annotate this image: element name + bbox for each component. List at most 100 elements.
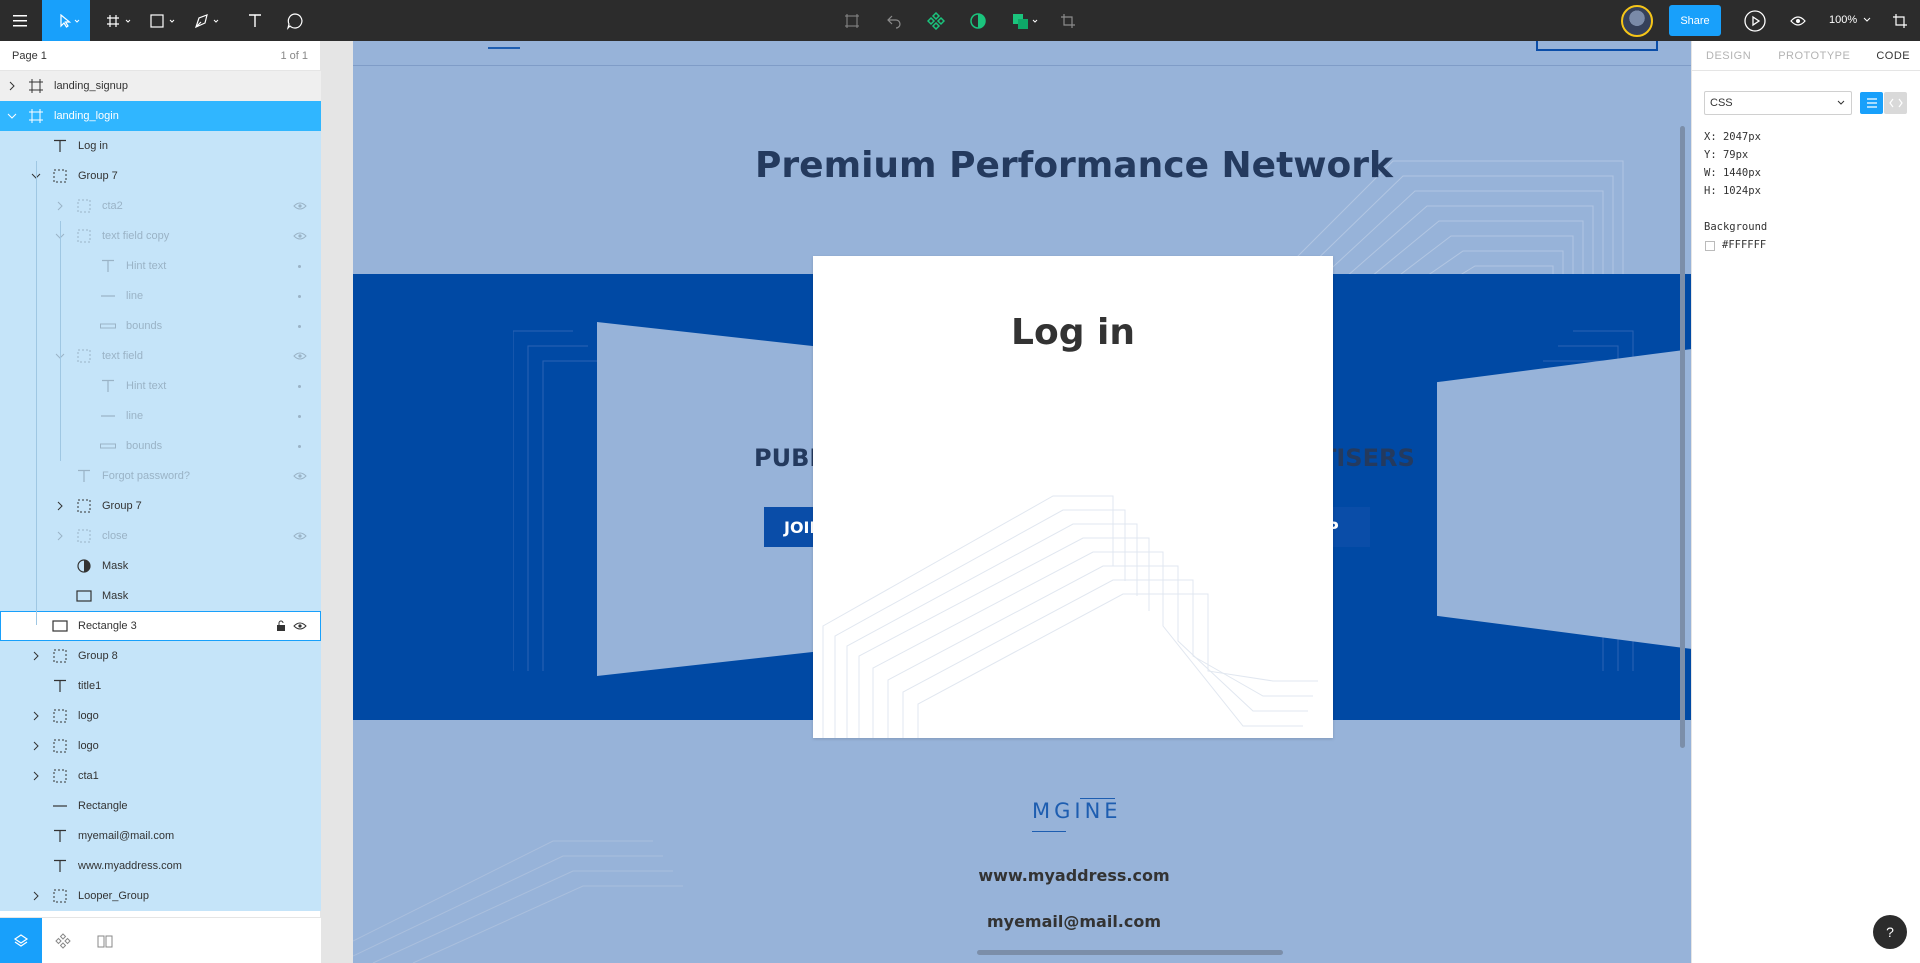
pen-tool-button[interactable] — [186, 0, 230, 41]
comment-tool-button[interactable] — [280, 0, 310, 41]
layer-label: Rectangle — [78, 800, 128, 812]
layer-row[interactable]: landing_login — [0, 101, 321, 131]
layer-row[interactable]: Log in — [0, 131, 321, 161]
help-button[interactable]: ? — [1873, 915, 1907, 949]
layers-tab-icon[interactable] — [0, 918, 42, 963]
language-select[interactable]: CSS — [1704, 91, 1852, 115]
chevron-right-icon[interactable] — [31, 711, 41, 721]
layer-row[interactable]: line — [0, 281, 321, 311]
group-layer-icon — [76, 228, 92, 244]
layer-label: landing_login — [54, 110, 119, 122]
layer-row[interactable]: Looper_Group — [0, 881, 321, 911]
layer-row[interactable]: Hint text — [0, 371, 321, 401]
layer-row[interactable]: www.myaddress.com — [0, 851, 321, 881]
tab-design[interactable]: DESIGN — [1692, 41, 1751, 71]
visibility-dot[interactable] — [298, 415, 301, 418]
layer-row[interactable]: Group 8 — [0, 641, 321, 671]
layer-label: logo — [78, 710, 99, 722]
chevron-right-icon[interactable] — [55, 501, 65, 511]
visibility-dot[interactable] — [298, 265, 301, 268]
layer-label: bounds — [126, 440, 163, 452]
layer-row[interactable]: logo — [0, 701, 321, 731]
layer-row[interactable]: Mask — [0, 551, 321, 581]
eye-icon[interactable] — [292, 228, 308, 244]
layer-row[interactable]: text field copy — [0, 221, 321, 251]
layer-row[interactable]: logo — [0, 731, 321, 761]
move-tool-button[interactable] — [42, 0, 90, 41]
layer-row[interactable]: Group 7 — [0, 491, 321, 521]
eye-icon[interactable] — [292, 618, 308, 634]
layer-row[interactable]: cta2 — [0, 191, 321, 221]
share-button[interactable]: Share — [1669, 5, 1721, 36]
background-swatch[interactable] — [1705, 241, 1715, 251]
layer-row[interactable]: bounds — [0, 311, 321, 341]
layer-row[interactable]: bounds — [0, 431, 321, 461]
layer-row[interactable]: landing_signup — [0, 71, 321, 101]
layer-row[interactable]: Rectangle 3 — [0, 611, 321, 641]
visibility-dot[interactable] — [298, 385, 301, 388]
layer-label: line — [126, 410, 144, 422]
code-view-button[interactable] — [1884, 92, 1907, 114]
eye-icon[interactable] — [292, 348, 308, 364]
design-canvas[interactable]: PUBL TISERS JOIN UP Premium Performance … — [353, 41, 1691, 963]
chevron-right-icon[interactable] — [55, 531, 65, 541]
layer-row[interactable]: Forgot password? — [0, 461, 321, 491]
group-layer-icon — [52, 888, 68, 904]
list-icon — [1866, 98, 1877, 108]
frame-layer-icon — [28, 78, 44, 94]
shape-tool-button[interactable] — [142, 0, 186, 41]
line-layer-icon — [100, 288, 116, 304]
layer-row[interactable]: cta1 — [0, 761, 321, 791]
chevron-right-icon[interactable] — [31, 771, 41, 781]
chevron-right-icon[interactable] — [31, 651, 41, 661]
mask-icon[interactable] — [964, 0, 992, 41]
layer-row[interactable]: close — [0, 521, 321, 551]
zoom-level[interactable]: 100% — [1829, 14, 1857, 26]
text-tool-button[interactable] — [240, 0, 270, 41]
tab-prototype[interactable]: PROTOTYPE — [1751, 41, 1850, 71]
logo: MGINE — [1032, 799, 1122, 823]
crop-frame-icon[interactable] — [1885, 0, 1915, 41]
component-icon[interactable] — [838, 0, 866, 41]
chevron-right-icon[interactable] — [7, 81, 17, 91]
undo-icon[interactable] — [880, 0, 908, 41]
layer-row[interactable]: line — [0, 401, 321, 431]
tree-guide-line — [36, 161, 37, 625]
lock-icon[interactable] — [274, 619, 288, 633]
chevron-down-icon[interactable] — [1863, 17, 1871, 23]
visibility-dot[interactable] — [298, 325, 301, 328]
chevron-right-icon[interactable] — [31, 741, 41, 751]
list-view-button[interactable] — [1860, 92, 1883, 114]
menu-icon[interactable] — [0, 0, 42, 41]
present-icon[interactable] — [1740, 0, 1770, 41]
horizontal-scrollbar[interactable] — [977, 950, 1283, 955]
chevron-down-icon[interactable] — [7, 111, 17, 121]
tab-code[interactable]: CODE — [1850, 41, 1910, 71]
line-layer-icon — [52, 798, 68, 814]
view-icon[interactable] — [1783, 0, 1813, 41]
layer-row[interactable]: title1 — [0, 671, 321, 701]
chevron-right-icon[interactable] — [55, 201, 65, 211]
assets-tab-icon[interactable] — [42, 918, 84, 963]
layer-row[interactable]: myemail@mail.com — [0, 821, 321, 851]
layer-row[interactable]: Rectangle — [0, 791, 321, 821]
layer-row[interactable]: Mask — [0, 581, 321, 611]
chevron-right-icon[interactable] — [31, 891, 41, 901]
visibility-dot[interactable] — [298, 295, 301, 298]
layer-row[interactable]: text field — [0, 341, 321, 371]
layer-label: bounds — [126, 320, 163, 332]
visibility-dot[interactable] — [298, 445, 301, 448]
eye-icon[interactable] — [292, 468, 308, 484]
vertical-scrollbar[interactable] — [1680, 126, 1685, 748]
eye-icon[interactable] — [292, 528, 308, 544]
layer-row[interactable]: Hint text — [0, 251, 321, 281]
layer-row[interactable]: Group 7 — [0, 161, 321, 191]
library-tab-icon[interactable] — [84, 918, 126, 963]
avatar[interactable] — [1621, 5, 1653, 37]
frame-tool-button[interactable] — [98, 0, 142, 41]
eye-icon[interactable] — [292, 198, 308, 214]
boolean-icon[interactable] — [1006, 0, 1046, 41]
crop-icon[interactable] — [1054, 0, 1082, 41]
create-component-icon[interactable] — [922, 0, 950, 41]
join-button[interactable]: JOIN — [764, 507, 823, 547]
